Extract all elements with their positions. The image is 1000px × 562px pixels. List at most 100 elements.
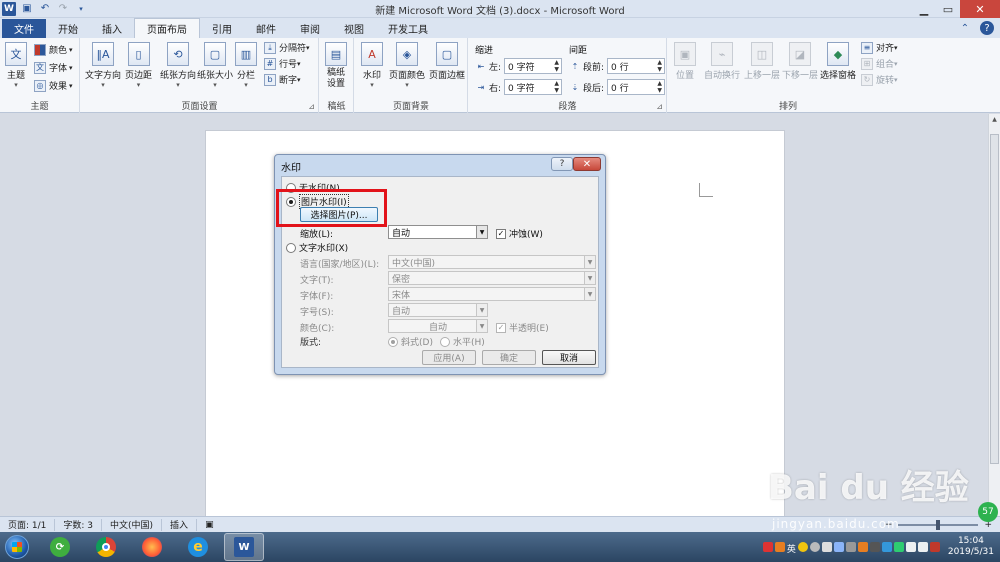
tray-bars-icon[interactable] — [869, 542, 880, 552]
tray-block-icon[interactable] — [774, 542, 785, 552]
watermark-button[interactable]: A 水印 ▾ — [361, 42, 383, 89]
theme-effects-button[interactable]: ◎ 效果 ▾ — [34, 79, 73, 92]
ime-indicator[interactable]: 英 — [787, 542, 796, 555]
margins-button[interactable]: ▯ 页边距 ▾ — [125, 42, 152, 89]
cancel-button[interactable]: 取消 — [542, 350, 596, 365]
zoom-out-icon[interactable]: − — [885, 520, 893, 530]
undo-icon[interactable]: ↶ — [38, 2, 52, 16]
wrap-text-button[interactable]: ⌁ 自动换行 — [704, 42, 740, 81]
language-combo[interactable]: 中文(中国) ▼ — [388, 255, 596, 269]
close-window-button[interactable]: ✕ — [960, 0, 1000, 18]
hyphenation-button[interactable]: b 断字 ▾ — [264, 73, 301, 86]
breaks-button[interactable]: ⤓ 分隔符 ▾ — [264, 41, 310, 54]
tray-m-icon[interactable] — [762, 542, 773, 552]
paragraph-launcher-icon[interactable]: ⊿ — [656, 102, 663, 111]
taskbar-app-360[interactable]: ⟳ — [40, 533, 80, 561]
scroll-up-icon[interactable]: ▲ — [989, 116, 1000, 123]
tab-file[interactable]: 文件 — [2, 19, 46, 38]
taskbar-app-ie[interactable]: e — [178, 533, 218, 561]
tab-insert[interactable]: 插入 — [90, 19, 134, 38]
ribbon-collapse-icon[interactable]: ⌃ — [958, 21, 972, 35]
maximize-button[interactable]: ▭ — [936, 0, 960, 18]
tray-green-icon[interactable] — [893, 542, 904, 552]
scrollbar-thumb[interactable] — [990, 134, 999, 464]
bring-forward-button[interactable]: ◫ 上移一层 — [744, 42, 780, 81]
start-button[interactable] — [0, 532, 34, 562]
internet-explorer-icon: e — [188, 537, 208, 557]
columns-button[interactable]: ▥ 分栏 ▾ — [235, 42, 257, 89]
tray-flag-icon[interactable] — [917, 542, 928, 552]
language-indicator[interactable]: 中文(中国) — [102, 518, 163, 531]
scale-combo[interactable]: 自动 ▼ — [388, 225, 488, 239]
macro-record-icon[interactable]: ▣ — [197, 519, 222, 531]
font-combo[interactable]: 宋体 ▼ — [388, 287, 596, 301]
indent-right-spinner[interactable]: ⇥ 右: 0 字符 ▲ ▼ — [475, 79, 563, 95]
spacing-after-spinner[interactable]: ⇣ 段后: 0 行 ▲ ▼ — [569, 79, 666, 95]
taskbar-app-chrome[interactable] — [86, 533, 126, 561]
orientation-button[interactable]: ⟲ 纸张方向 ▾ — [160, 42, 196, 89]
page-borders-button[interactable]: ▢ 页面边框 — [429, 42, 465, 81]
tray-cloud-icon[interactable] — [881, 542, 892, 552]
text-watermark-radio[interactable]: 文字水印(X) — [286, 241, 348, 254]
tab-view[interactable]: 视图 — [332, 19, 376, 38]
watermark-text-combo[interactable]: 保密 ▼ — [388, 271, 596, 285]
washout-checkbox[interactable]: ✓ 冲蚀(W) — [496, 227, 543, 240]
diagonal-radio[interactable]: 斜式(D) — [388, 335, 433, 348]
tab-home[interactable]: 开始 — [46, 19, 90, 38]
send-backward-button[interactable]: ◪ 下移一层 — [782, 42, 818, 81]
tray-shield-icon[interactable] — [857, 542, 868, 552]
tray-gear-icon[interactable] — [845, 542, 856, 552]
taskbar-app-word[interactable]: W — [224, 533, 264, 561]
redo-icon[interactable]: ↷ — [56, 2, 70, 16]
tab-page-layout[interactable]: 页面布局 — [134, 18, 200, 38]
group-objects-button[interactable]: ⊞ 组合 ▾ — [861, 57, 898, 70]
bring-forward-icon: ◫ — [751, 42, 773, 66]
qat-customize-icon[interactable]: ▾ — [74, 2, 88, 16]
text-direction-button[interactable]: ‖A 文字方向 ▾ — [85, 42, 121, 89]
color-combo[interactable]: 自动 ▼ — [388, 319, 488, 333]
selection-pane-button[interactable]: ◆ 选择窗格 — [820, 42, 856, 81]
dialog-close-button[interactable]: ✕ — [573, 157, 601, 171]
zoom-slider[interactable] — [898, 519, 979, 530]
help-icon[interactable]: ? — [980, 21, 994, 35]
word-count[interactable]: 字数: 3 — [55, 518, 103, 531]
clock[interactable]: 15:04 2019/5/31 — [948, 536, 994, 558]
paper-size-button[interactable]: ▢ 纸张大小 ▾ — [197, 42, 233, 89]
page-color-button[interactable]: ◈ 页面颜色 ▾ — [389, 42, 425, 89]
tray-person-icon[interactable] — [833, 542, 844, 552]
align-button[interactable]: ≡ 对齐 ▾ — [861, 41, 898, 54]
tray-keyboard-icon[interactable] — [821, 542, 832, 552]
tray-moon-icon[interactable] — [797, 542, 808, 552]
insert-mode[interactable]: 插入 — [162, 518, 198, 531]
semitransparent-checkbox[interactable]: ✓ 半透明(E) — [496, 321, 549, 334]
theme-colors-button[interactable]: 颜色 ▾ — [34, 43, 73, 56]
tab-mailings[interactable]: 邮件 — [244, 19, 288, 38]
ok-button[interactable]: 确定 — [482, 350, 536, 365]
page-count[interactable]: 页面: 1/1 — [0, 518, 56, 531]
tab-developer[interactable]: 开发工具 — [376, 19, 440, 38]
tray-network-icon[interactable] — [905, 542, 916, 552]
taskbar-app-firefox[interactable] — [132, 533, 172, 561]
tab-review[interactable]: 审阅 — [288, 19, 332, 38]
word-app-icon[interactable]: W — [2, 1, 16, 16]
position-button[interactable]: ▣ 位置 — [674, 42, 696, 81]
font-size-combo[interactable]: 自动 ▼ — [388, 303, 488, 317]
themes-button[interactable]: 文 主题 ▾ — [5, 42, 27, 89]
tray-x-icon[interactable] — [929, 542, 940, 552]
apply-button[interactable]: 应用(A) — [422, 350, 476, 365]
minimize-button[interactable]: ▁ — [912, 0, 936, 18]
draft-paper-button[interactable]: ▤ 稿纸 设置 — [325, 42, 347, 90]
tab-references[interactable]: 引用 — [200, 19, 244, 38]
clock-time: 15:04 — [957, 536, 984, 546]
line-numbers-button[interactable]: # 行号 ▾ — [264, 57, 301, 70]
horizontal-radio[interactable]: 水平(H) — [440, 335, 485, 348]
spacing-before-spinner[interactable]: ⇡ 段前: 0 行 ▲ ▼ — [569, 58, 666, 74]
vertical-scrollbar[interactable]: ▲ ▼ — [988, 114, 1000, 516]
page-setup-launcher-icon[interactable]: ⊿ — [308, 102, 315, 111]
dialog-help-button[interactable]: ? — [551, 157, 573, 171]
theme-fonts-button[interactable]: 文 字体 ▾ — [34, 61, 73, 74]
rotate-button[interactable]: ↻ 旋转 ▾ — [861, 73, 898, 86]
save-icon[interactable]: ▣ — [20, 2, 34, 16]
tray-dot-icon[interactable] — [809, 542, 820, 552]
indent-left-spinner[interactable]: ⇤ 左: 0 字符 ▲ ▼ — [475, 58, 563, 74]
